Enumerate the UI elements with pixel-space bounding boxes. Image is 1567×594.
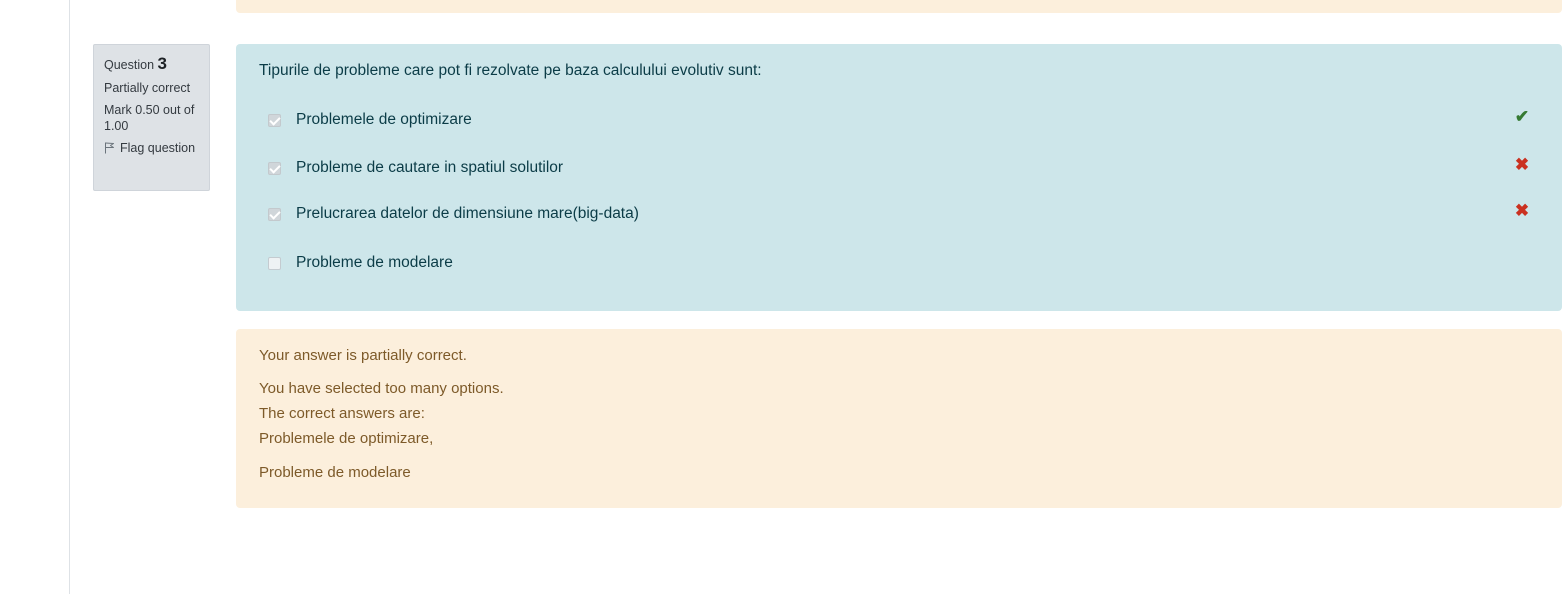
feedback-correct-answer: Problemele de optimizare,	[259, 430, 434, 447]
cross-icon: ✖	[1514, 201, 1530, 220]
question-number-value: 3	[157, 54, 167, 73]
general-feedback: Your answer is partially correct. You ha…	[236, 329, 1562, 508]
feedback-summary: Your answer is partially correct.	[259, 347, 467, 364]
feedback-correct-intro: The correct answers are:	[259, 405, 425, 422]
answer-option[interactable]: Probleme de cautare in spatiul solutilor	[268, 159, 563, 177]
answer-checkbox[interactable]	[268, 113, 281, 127]
answer-label: Probleme de modelare	[296, 254, 453, 271]
cross-icon: ✖	[1514, 155, 1530, 174]
feedback-too-many: You have selected too many options.	[259, 380, 504, 397]
previous-question-feedback	[236, 0, 1562, 13]
answer-label: Probleme de cautare in spatiul solutilor	[296, 159, 564, 176]
flag-question-link[interactable]: Flag question	[104, 140, 209, 156]
question-label: Question	[104, 58, 155, 72]
answer-checkbox[interactable]	[268, 207, 281, 221]
answer-label: Prelucrarea datelor de dimensiune mare(b…	[296, 205, 639, 222]
answer-option[interactable]: Prelucrarea datelor de dimensiune mare(b…	[268, 205, 639, 223]
question-grade: Mark 0.50 out of 1.00	[104, 103, 195, 133]
check-icon: ✔	[1514, 107, 1530, 126]
question-text: Tipurile de probleme care pot fi rezolva…	[259, 62, 762, 79]
answer-checkbox[interactable]	[268, 161, 281, 175]
answer-option[interactable]: Problemele de optimizare	[268, 111, 472, 129]
question-info-panel: Question 3 Partially correct Mark 0.50 o…	[93, 44, 210, 191]
question-number: Question 3	[104, 54, 209, 74]
answer-checkbox[interactable]	[268, 256, 281, 270]
flag-question-label: Flag question	[120, 141, 196, 155]
question-formulation: Tipurile de probleme care pot fi rezolva…	[236, 44, 1562, 311]
feedback-correct-answer: Probleme de modelare	[259, 464, 411, 481]
question-state: Partially correct	[104, 81, 191, 95]
answer-option[interactable]: Probleme de modelare	[268, 254, 453, 272]
answer-label: Problemele de optimizare	[296, 111, 472, 128]
page-left-divider	[69, 0, 70, 594]
flag-icon	[105, 142, 114, 154]
